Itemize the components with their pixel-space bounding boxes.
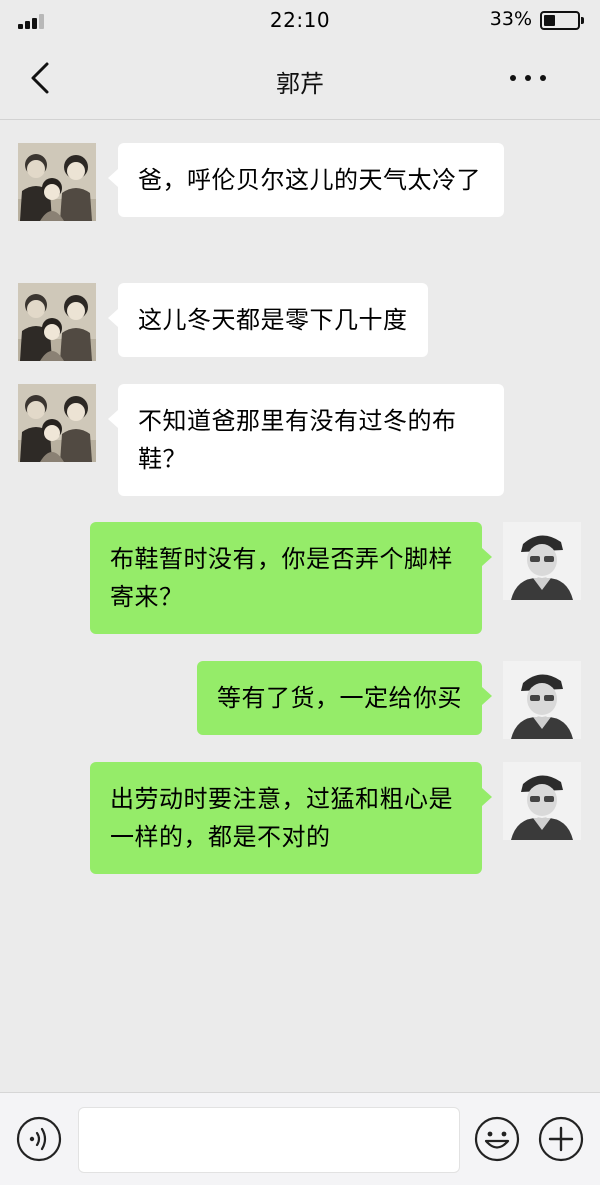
contact-avatar[interactable] (18, 384, 96, 462)
emoji-icon[interactable] (474, 1116, 520, 1162)
message-bubble-outgoing[interactable]: 等有了货，一定给你买 (197, 661, 492, 735)
user-avatar[interactable] (503, 762, 581, 840)
plus-icon[interactable] (538, 1116, 584, 1162)
message-bubble-outgoing[interactable]: 布鞋暂时没有，你是否弄个脚样寄来？ (90, 522, 492, 634)
user-avatar[interactable] (503, 661, 581, 739)
contact-avatar[interactable] (18, 143, 96, 221)
chat-header: 郭芹 (0, 40, 600, 120)
message-input[interactable] (78, 1107, 460, 1173)
contact-avatar[interactable] (18, 283, 96, 361)
message-bubble-outgoing[interactable]: 出劳动时要注意，过猛和粗心是一样的，都是不对的 (90, 762, 492, 874)
voice-icon[interactable] (16, 1116, 62, 1162)
input-bar (0, 1092, 600, 1185)
user-avatar[interactable] (503, 522, 581, 600)
message-bubble-incoming[interactable]: 这儿冬天都是零下几十度 (108, 283, 428, 357)
battery-level (544, 15, 555, 26)
battery-percent: 33% (489, 8, 532, 30)
message-bubble-incoming[interactable]: 爸，呼伦贝尔这儿的天气太冷了 (108, 143, 504, 217)
more-dots-icon[interactable] (510, 68, 552, 88)
message-bubble-incoming[interactable]: 不知道爸那里有没有过冬的布鞋？ (108, 384, 504, 496)
battery-icon (540, 11, 584, 30)
status-bar: 22:10 33% (0, 0, 600, 40)
